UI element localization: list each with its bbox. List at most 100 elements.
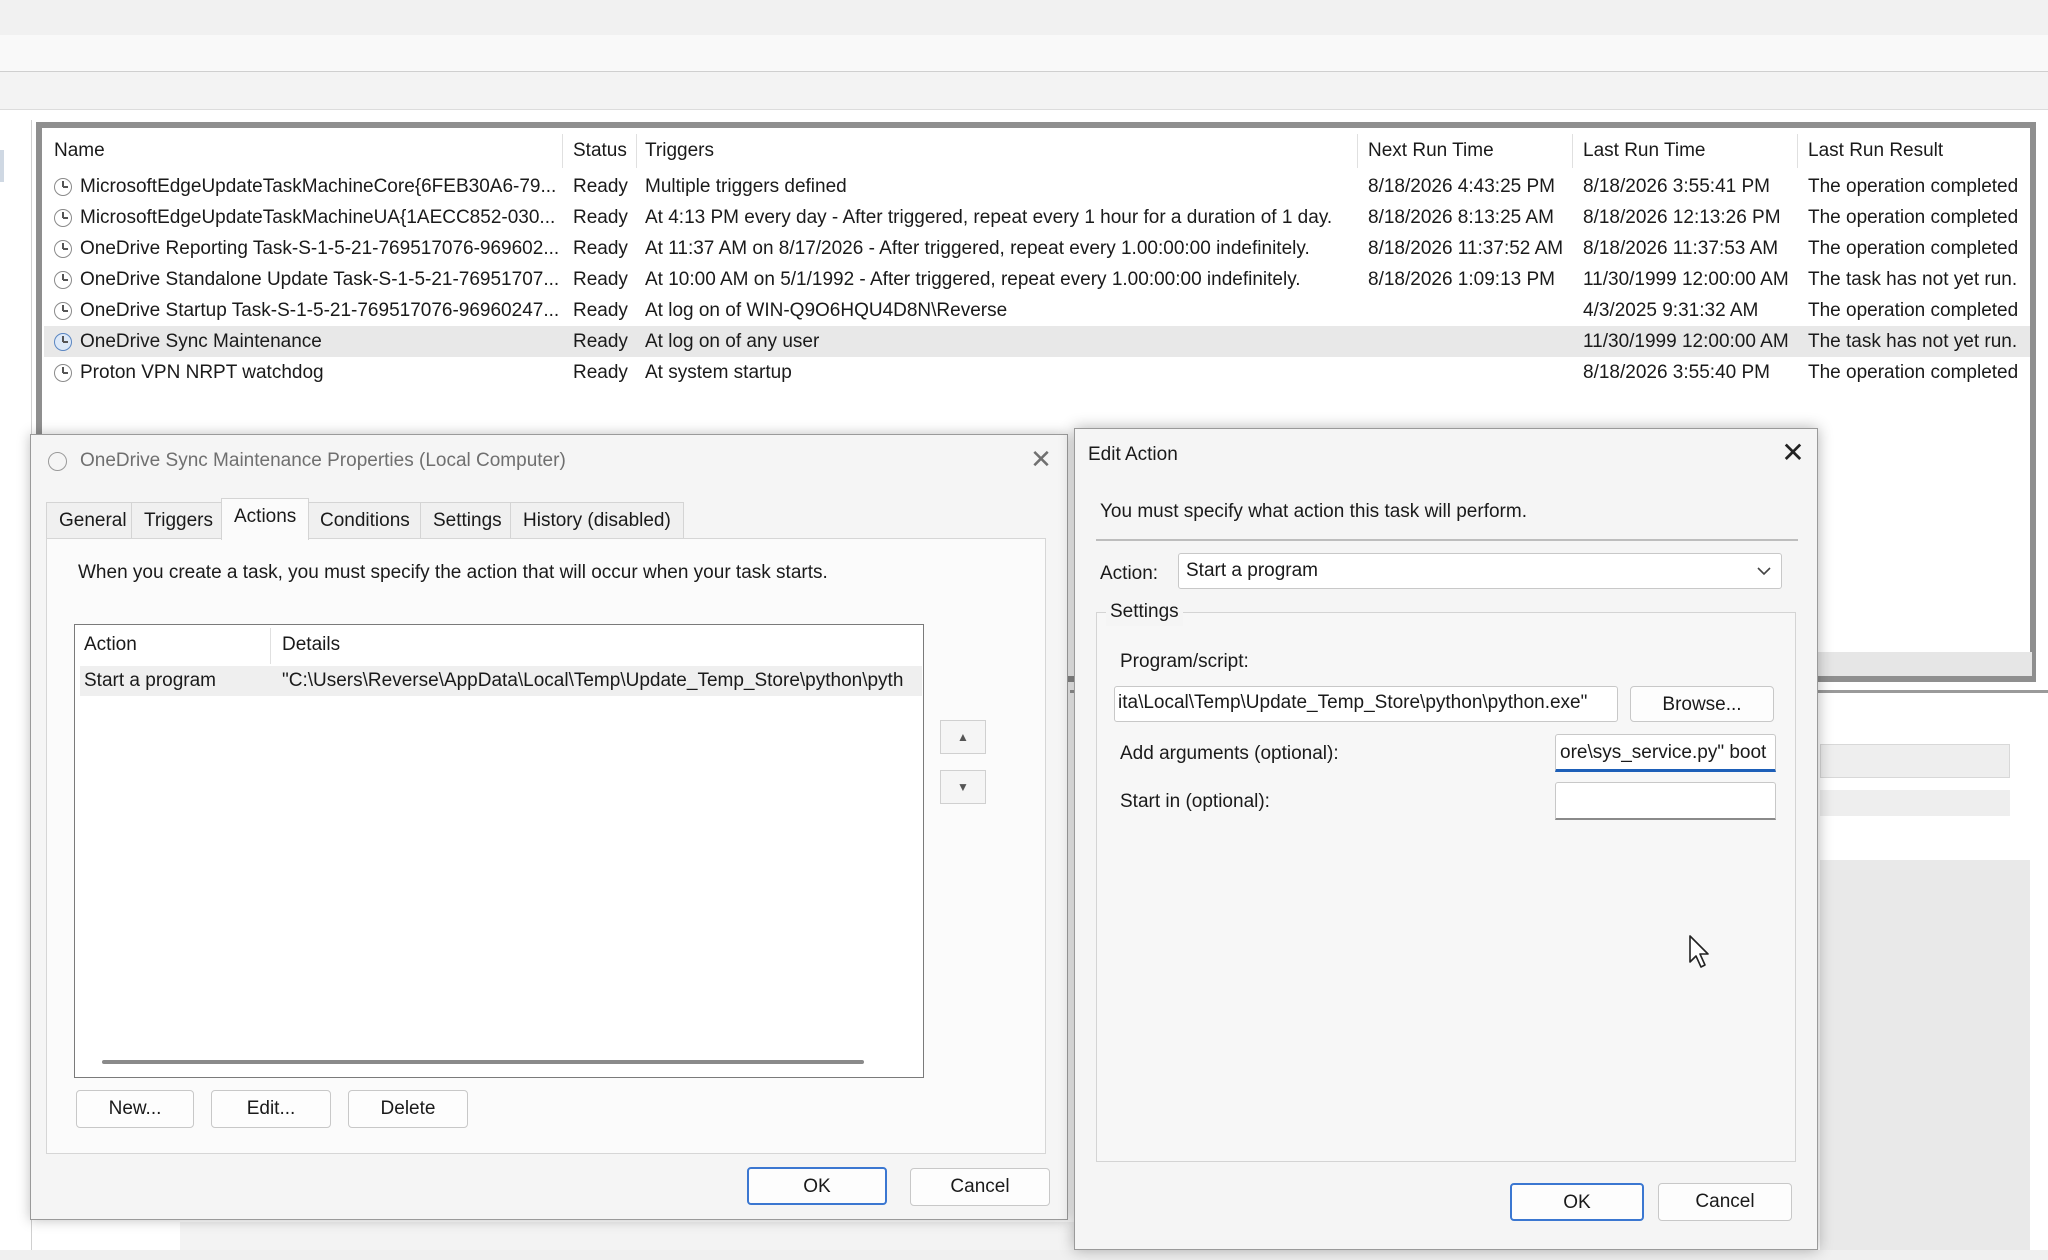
tab-general[interactable]: General [46, 502, 140, 538]
task-row[interactable]: MicrosoftEdgeUpdateTaskMachineUA{1AECC85… [44, 202, 2030, 233]
task-result: The operation completed [1808, 300, 2019, 321]
background-status-area [180, 1222, 1080, 1252]
navigation-pane [0, 120, 32, 1260]
clock-icon [54, 271, 72, 289]
task-last-run: 11/30/1999 12:00:00 AM [1583, 331, 1789, 352]
column-header-triggers[interactable]: Triggers [645, 138, 714, 164]
task-name: MicrosoftEdgeUpdateTaskMachineUA{1AECC85… [80, 207, 556, 228]
properties-cancel-button[interactable]: Cancel [910, 1168, 1050, 1206]
task-triggers: At system startup [645, 362, 792, 383]
task-last-run: 8/18/2026 3:55:41 PM [1583, 176, 1770, 197]
properties-ok-button[interactable]: OK [747, 1167, 887, 1205]
task-status: Ready [573, 362, 628, 383]
task-last-run: 4/3/2025 9:31:32 AM [1583, 300, 1759, 321]
column-header-last-run-result[interactable]: Last Run Result [1808, 138, 1943, 164]
move-up-button[interactable]: ▲ [940, 720, 986, 754]
program-script-label: Program/script: [1120, 651, 1249, 672]
tab-settings[interactable]: Settings [420, 502, 515, 538]
task-result: The operation completed [1808, 207, 2019, 228]
clock-icon [54, 178, 72, 196]
task-result: The operation completed [1808, 362, 2019, 383]
task-row[interactable]: OneDrive Reporting Task-S-1-5-21-7695170… [44, 233, 2030, 264]
task-triggers: At log on of any user [645, 331, 820, 352]
action-type-value: Start a program [1186, 560, 1318, 581]
column-separator[interactable] [562, 134, 563, 168]
settings-group-label: Settings [1106, 598, 1183, 626]
column-separator[interactable] [636, 134, 637, 168]
action-label: Action: [1100, 563, 1159, 584]
window-title-bar [0, 0, 2048, 35]
task-next-run: 8/18/2026 4:43:25 PM [1368, 176, 1555, 197]
task-result: The operation completed [1808, 238, 2019, 259]
task-next-run: 8/18/2026 8:13:25 AM [1368, 207, 1554, 228]
edit-action-instruction: You must specify what action this task w… [1100, 501, 1527, 522]
arrow-up-icon: ▲ [957, 730, 969, 744]
task-status: Ready [573, 269, 628, 290]
chevron-down-icon[interactable] [1754, 558, 1774, 584]
clock-icon [54, 333, 72, 351]
task-status: Ready [573, 331, 628, 352]
edit-action-button[interactable]: Edit... [211, 1090, 331, 1128]
column-separator[interactable] [270, 628, 271, 664]
background-field [1820, 744, 2010, 778]
program-script-value: ita\Local\Temp\Update_Temp_Store\python\… [1118, 692, 1588, 713]
status-bar [0, 1250, 2048, 1260]
task-triggers: Multiple triggers defined [645, 176, 847, 197]
task-triggers: At 11:37 AM on 8/17/2026 - After trigger… [645, 238, 1310, 259]
task-result: The task has not yet run. [1808, 269, 2018, 290]
task-last-run: 8/18/2026 3:55:40 PM [1583, 362, 1770, 383]
navigation-selection [0, 150, 4, 182]
task-status: Ready [573, 176, 628, 197]
task-last-run: 8/18/2026 11:37:53 AM [1583, 238, 1779, 259]
new-action-button[interactable]: New... [76, 1090, 194, 1128]
tab-conditions[interactable]: Conditions [307, 502, 423, 538]
task-name: OneDrive Standalone Update Task-S-1-5-21… [80, 269, 560, 290]
task-status: Ready [573, 207, 628, 228]
background-field-2 [1820, 790, 2010, 816]
toolbar [0, 72, 2048, 110]
properties-dialog-title: OneDrive Sync Maintenance Properties (Lo… [80, 450, 566, 471]
clock-icon [54, 209, 72, 227]
task-row[interactable]: MicrosoftEdgeUpdateTaskMachineCore{6FEB3… [44, 171, 2030, 202]
tab-history[interactable]: History (disabled) [510, 502, 684, 538]
task-row-selected[interactable]: OneDrive Sync Maintenance Ready At log o… [44, 326, 2030, 357]
column-header-next-run-time[interactable]: Next Run Time [1368, 138, 1494, 164]
clock-icon [48, 452, 67, 471]
tab-triggers[interactable]: Triggers [131, 502, 226, 538]
task-row[interactable]: OneDrive Standalone Update Task-S-1-5-21… [44, 264, 2030, 295]
task-next-run: 8/18/2026 11:37:52 AM [1368, 238, 1564, 259]
column-separator[interactable] [1357, 134, 1358, 168]
actions-column-action[interactable]: Action [84, 630, 137, 660]
actions-column-details[interactable]: Details [282, 630, 340, 660]
column-separator[interactable] [1572, 134, 1573, 168]
properties-close-icon[interactable]: ✕ [1026, 444, 1056, 474]
edit-action-close-icon[interactable]: ✕ [1776, 436, 1810, 470]
edit-action-cancel-button[interactable]: Cancel [1658, 1183, 1792, 1221]
clock-icon [54, 364, 72, 382]
tab-actions[interactable]: Actions [221, 498, 310, 540]
delete-action-button[interactable]: Delete [348, 1090, 468, 1128]
column-header-status[interactable]: Status [573, 138, 627, 164]
task-status: Ready [573, 238, 628, 259]
task-row[interactable]: Proton VPN NRPT watchdog Ready At system… [44, 357, 2030, 388]
task-triggers: At 4:13 PM every day - After triggered, … [645, 207, 1333, 228]
edit-action-ok-button[interactable]: OK [1510, 1183, 1644, 1221]
browse-button[interactable]: Browse... [1630, 686, 1774, 722]
actions-horizontal-scrollbar[interactable] [102, 1060, 864, 1064]
clock-icon [54, 302, 72, 320]
clock-icon [54, 240, 72, 258]
column-separator[interactable] [1797, 134, 1798, 168]
column-header-name[interactable]: Name [54, 138, 105, 164]
background-detail-panel [1820, 860, 2030, 1250]
move-down-button[interactable]: ▼ [940, 770, 986, 804]
task-last-run: 8/18/2026 12:13:26 PM [1583, 207, 1781, 228]
action-details: "C:\Users\Reverse\AppData\Local\Temp\Upd… [282, 670, 904, 691]
arrow-down-icon: ▼ [957, 780, 969, 794]
task-status: Ready [573, 300, 628, 321]
task-result: The operation completed [1808, 176, 2019, 197]
column-header-last-run-time[interactable]: Last Run Time [1583, 138, 1706, 164]
menu-bar [0, 35, 2048, 72]
task-row[interactable]: OneDrive Startup Task-S-1-5-21-769517076… [44, 295, 2030, 326]
start-in-input[interactable] [1555, 782, 1776, 820]
edit-action-title: Edit Action [1088, 444, 1178, 465]
